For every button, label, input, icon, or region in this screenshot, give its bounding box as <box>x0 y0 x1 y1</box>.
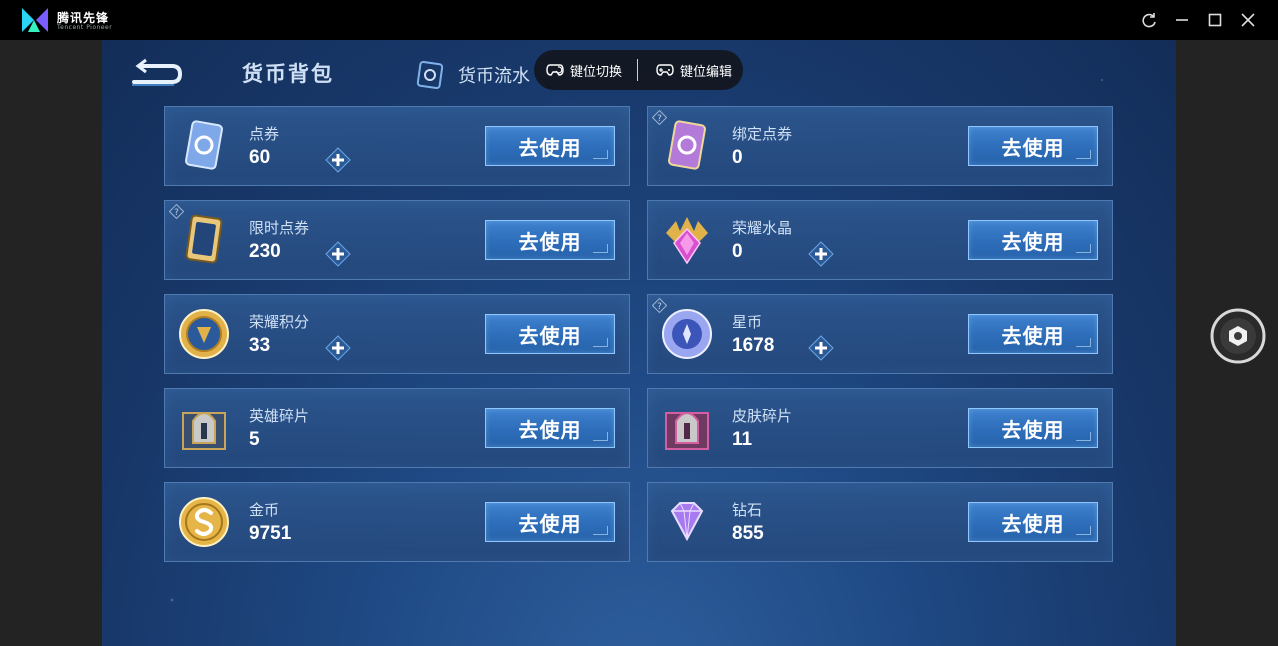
gamepad-switch-icon <box>546 64 564 76</box>
currency-amount: 9751 <box>249 523 292 544</box>
maximize-icon[interactable] <box>1205 10 1225 30</box>
use-button[interactable]: 去使用 <box>968 502 1098 542</box>
currency-name: 钻石 <box>732 501 763 519</box>
tab-currency-flow[interactable]: 货币流水 <box>458 62 530 88</box>
currency-amount: 0 <box>732 147 743 168</box>
limited-coupon-card-icon <box>185 214 223 264</box>
add-plus-icon[interactable] <box>808 241 834 267</box>
key-switch-label: 键位切换 <box>570 64 623 80</box>
currency-name: 星币 <box>732 313 763 331</box>
currency-name: 金币 <box>249 501 280 519</box>
use-button[interactable]: 去使用 <box>485 408 615 448</box>
glory-crystal-icon <box>666 217 708 265</box>
back-arrow-icon[interactable] <box>128 58 184 88</box>
use-button[interactable]: 去使用 <box>968 408 1098 448</box>
currency-card-star-coin: ? 星币 1678 去使用 <box>647 294 1113 374</box>
diamond-icon <box>670 502 704 542</box>
use-button[interactable]: 去使用 <box>968 220 1098 260</box>
minimize-icon[interactable] <box>1172 10 1192 30</box>
window-titlebar: 腾讯先锋 Tencent Pioneer <box>0 0 1278 40</box>
currency-name: 绑定点券 <box>732 125 793 143</box>
app-logo-icon <box>22 8 48 32</box>
add-plus-icon[interactable] <box>325 335 351 361</box>
key-edit-label: 键位编辑 <box>680 64 733 80</box>
use-button[interactable]: 去使用 <box>485 314 615 354</box>
use-button[interactable]: 去使用 <box>968 314 1098 354</box>
key-switch-button[interactable]: 键位切换 <box>546 50 622 90</box>
currency-card-limited-coupon: ? 限时点券 230 去使用 <box>164 200 630 280</box>
currency-amount: 60 <box>249 147 271 168</box>
page-title: 货币背包 <box>242 62 334 86</box>
currency-amount: 0 <box>732 241 743 262</box>
add-plus-icon[interactable] <box>325 241 351 267</box>
game-screen: 货币背包 货币流水 键位切换 键位编辑 点券 60 去使用 ? 绑定点券 0 去… <box>102 40 1176 646</box>
currency-card-diamond: 钻石 855 去使用 <box>647 482 1113 562</box>
currency-card-glory-crystal: 荣耀水晶 0 去使用 <box>647 200 1113 280</box>
currency-amount: 33 <box>249 335 271 356</box>
skin-shard-helmet-icon <box>665 412 709 450</box>
hero-shard-helmet-icon <box>182 412 226 450</box>
refresh-icon[interactable] <box>1139 10 1159 30</box>
coupon-card-icon <box>185 120 223 170</box>
toolbar-divider <box>637 59 638 81</box>
key-mapping-toolbar: 键位切换 键位编辑 <box>534 50 743 90</box>
add-plus-icon[interactable] <box>808 335 834 361</box>
use-button[interactable]: 去使用 <box>968 126 1098 166</box>
currency-amount: 5 <box>249 429 260 450</box>
currency-card-gold: 金币 9751 去使用 <box>164 482 630 562</box>
app-subtitle: Tencent Pioneer <box>57 24 113 31</box>
currency-card-skin-shard: 皮肤碎片 11 去使用 <box>647 388 1113 468</box>
key-edit-button[interactable]: 键位编辑 <box>656 50 732 90</box>
add-plus-icon[interactable] <box>325 147 351 173</box>
star-coin-icon <box>662 309 712 359</box>
glory-points-coin-icon <box>179 309 229 359</box>
currency-card-coupon: 点券 60 去使用 <box>164 106 630 186</box>
currency-card-glory-points: 荣耀积分 33 去使用 <box>164 294 630 374</box>
use-button[interactable]: 去使用 <box>485 220 615 260</box>
currency-name: 英雄碎片 <box>249 407 310 425</box>
bound-coupon-card-icon <box>668 120 706 170</box>
currency-amount: 1678 <box>732 335 775 356</box>
currency-name: 荣耀水晶 <box>732 219 793 237</box>
gold-coin-icon <box>179 497 229 547</box>
currency-card-hero-shard: 英雄碎片 5 去使用 <box>164 388 630 468</box>
currency-amount: 855 <box>732 523 764 544</box>
currency-name: 皮肤碎片 <box>732 407 793 425</box>
floating-hexagon-button-icon[interactable] <box>1210 308 1266 364</box>
gamepad-icon <box>656 64 674 76</box>
use-button[interactable]: 去使用 <box>485 502 615 542</box>
currency-amount: 230 <box>249 241 281 262</box>
currency-name: 荣耀积分 <box>249 313 310 331</box>
currency-name: 点券 <box>249 125 280 143</box>
left-letterbox <box>0 40 102 646</box>
close-icon[interactable] <box>1238 10 1258 30</box>
currency-card-bound-coupon: ? 绑定点券 0 去使用 <box>647 106 1113 186</box>
use-button[interactable]: 去使用 <box>485 126 615 166</box>
currency-flow-tab-icon[interactable] <box>416 60 444 90</box>
currency-name: 限时点券 <box>249 219 310 237</box>
currency-amount: 11 <box>732 429 753 450</box>
